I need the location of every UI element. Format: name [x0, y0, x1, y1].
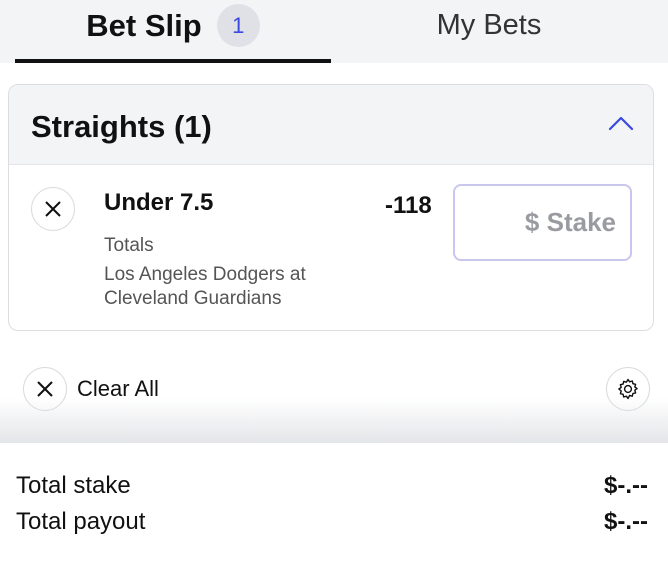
bet-count-badge: 1 [216, 4, 260, 47]
selection-event: Los Angeles Dodgers at Cleveland Guardia… [104, 264, 306, 309]
total-payout-label: Total payout [16, 508, 146, 535]
chevron-up-icon[interactable] [607, 113, 635, 133]
section-divider-shadow [0, 398, 668, 444]
total-payout-value: $-.-- [604, 508, 648, 535]
close-icon [45, 201, 61, 217]
active-tab-indicator [15, 59, 331, 63]
total-stake-label: Total stake [16, 472, 131, 499]
selection-market: Totals [104, 235, 154, 256]
stake-input[interactable] [453, 184, 632, 261]
tab-bar: Bet Slip 1 My Bets [0, 0, 668, 63]
straights-header[interactable]: Straights (1) [9, 85, 653, 165]
tab-my-bets[interactable]: My Bets [331, 0, 647, 63]
tab-bet-slip[interactable]: Bet Slip 1 [15, 0, 331, 63]
tab-my-bets-label: My Bets [436, 9, 542, 41]
straights-title: Straights (1) [31, 109, 212, 144]
totals-section: Total stake $-.-- Total payout $-.-- [0, 443, 668, 562]
remove-selection-button[interactable] [31, 187, 75, 231]
tab-bet-slip-label: Bet Slip [86, 7, 202, 43]
selection-odds: -118 [385, 192, 432, 219]
straights-card: Straights (1) Under 7.5 Totals Los Angel… [8, 84, 654, 331]
total-stake-value: $-.-- [604, 472, 648, 499]
close-icon [37, 381, 53, 397]
bet-slip-panel: Bet Slip 1 My Bets Straights (1) Under 7… [0, 0, 668, 562]
selection-name: Under 7.5 [104, 189, 214, 216]
